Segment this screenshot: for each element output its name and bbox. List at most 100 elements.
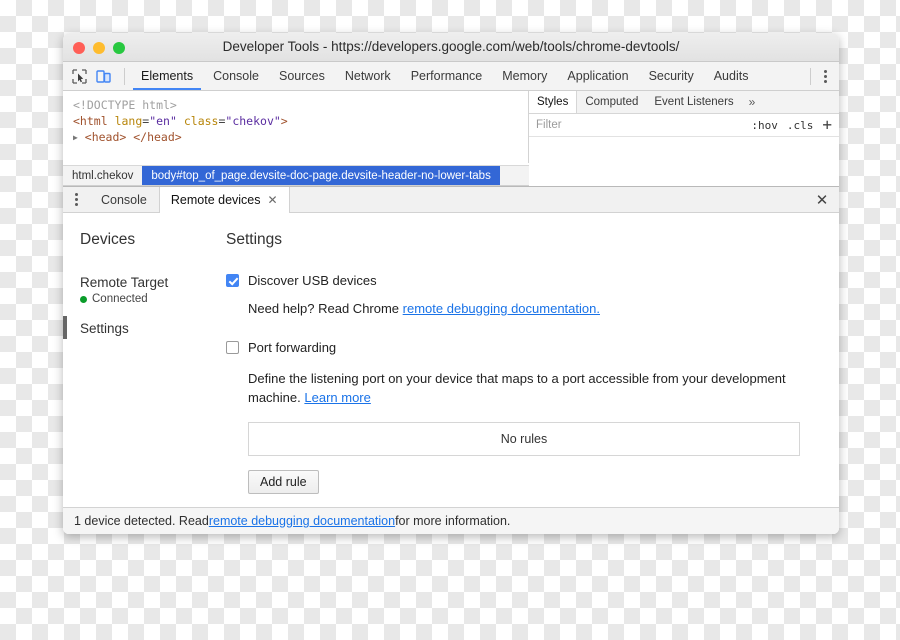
port-forwarding-description: Define the listening port on your device…: [248, 369, 788, 407]
dom-doctype-text: <!DOCTYPE html>: [73, 98, 177, 112]
status-text-after: for more information.: [395, 514, 511, 528]
dom-attr-lang-name: lang: [114, 114, 143, 128]
window-title: Developer Tools - https://developers.goo…: [222, 39, 680, 54]
kebab-menu-icon[interactable]: [821, 67, 830, 86]
dom-line-head[interactable]: ▶ <head> </head>: [73, 129, 528, 147]
hov-button[interactable]: :hov: [751, 119, 778, 132]
tab-memory-label: Memory: [502, 69, 548, 83]
dom-html-open: <html: [73, 114, 108, 128]
status-remote-debugging-link[interactable]: remote debugging documentation: [209, 514, 395, 528]
remote-target-status: Connected: [80, 293, 226, 305]
styles-filter-row: Filter :hov .cls +: [529, 114, 839, 137]
tab-performance[interactable]: Performance: [401, 62, 493, 90]
tab-event-listeners[interactable]: Event Listeners: [646, 91, 741, 113]
tab-event-listeners-label: Event Listeners: [654, 96, 734, 108]
discover-usb-row[interactable]: Discover USB devices: [226, 273, 819, 288]
sidebar-item-settings[interactable]: Settings: [63, 316, 226, 339]
port-forwarding-rules-list: No rules: [248, 422, 800, 456]
panel-tabs: Elements Console Sources Network Perform…: [131, 62, 758, 90]
tab-application-label: Application: [567, 69, 629, 83]
tab-sources[interactable]: Sources: [269, 62, 335, 90]
tab-sources-label: Sources: [278, 69, 325, 83]
devtools-tabbar: Elements Console Sources Network Perform…: [63, 62, 839, 91]
tab-network-label: Network: [344, 69, 391, 83]
sidebar-item-remote-target[interactable]: Remote Target Connected: [80, 273, 226, 305]
drawer-tab-console-label: Console: [101, 192, 147, 207]
close-icon[interactable]: ✕: [268, 193, 278, 207]
device-toolbar-icon[interactable]: [95, 68, 112, 85]
tab-application[interactable]: Application: [557, 62, 638, 90]
remote-devices-panel: Devices Remote Target Connected Settings…: [63, 213, 839, 507]
remote-target-label: Remote Target: [80, 275, 169, 290]
dom-html-close: >: [280, 114, 288, 128]
port-forwarding-checkbox[interactable]: [226, 341, 239, 354]
tab-styles[interactable]: Styles: [529, 91, 578, 113]
settings-sidebar-label: Settings: [80, 321, 129, 336]
drawer-tab-remote-devices[interactable]: Remote devices ✕: [158, 187, 290, 213]
expand-triangle-icon[interactable]: ▶: [73, 130, 78, 146]
breadcrumb-item-html[interactable]: html.chekov: [63, 166, 142, 185]
dom-breadcrumb: html.chekov body#top_of_page.devsite-doc…: [63, 165, 529, 186]
tab-elements-label: Elements: [141, 69, 194, 83]
dom-attr-class-name: class: [183, 114, 219, 128]
inspect-cursor-icon[interactable]: [71, 68, 88, 85]
tabbar-divider: [810, 67, 811, 85]
add-rule-button[interactable]: Add rule: [248, 470, 319, 494]
devices-heading: Devices: [80, 231, 136, 248]
tab-elements[interactable]: Elements: [131, 62, 203, 90]
dom-tree[interactable]: <!DOCTYPE html> <html lang="en" class="c…: [63, 91, 529, 163]
css-rule-preview: [529, 137, 839, 154]
learn-more-link[interactable]: Learn more: [304, 390, 370, 405]
tab-performance-label: Performance: [410, 69, 483, 83]
tab-network[interactable]: Network: [335, 62, 401, 90]
styles-panel: Styles Computed Event Listeners » Filter…: [529, 91, 839, 163]
dom-head-text: <head> </head>: [84, 130, 182, 144]
drawer-tab-remote-devices-label: Remote devices: [170, 192, 261, 207]
drawer-tab-console[interactable]: Console: [89, 187, 159, 212]
discover-usb-help-text: Need help? Read Chrome: [248, 301, 403, 316]
discover-usb-checkbox[interactable]: [226, 274, 239, 287]
styles-filter-input[interactable]: Filter: [536, 119, 562, 131]
window-titlebar: Developer Tools - https://developers.goo…: [63, 33, 839, 62]
tab-console-label: Console: [213, 69, 259, 83]
tab-security[interactable]: Security: [639, 62, 704, 90]
tab-computed-label: Computed: [585, 96, 639, 108]
tab-styles-label: Styles: [537, 96, 569, 108]
port-forwarding-row[interactable]: Port forwarding: [226, 340, 819, 355]
devtools-window: Developer Tools - https://developers.goo…: [63, 33, 839, 534]
plus-icon[interactable]: +: [822, 117, 832, 133]
connected-dot-icon: [80, 295, 87, 303]
dom-attr-class-value: "chekov": [225, 114, 281, 128]
styles-panel-tabs: Styles Computed Event Listeners »: [529, 91, 839, 114]
port-forwarding-label: Port forwarding: [248, 340, 337, 355]
dom-line-doctype[interactable]: <!DOCTYPE html>: [73, 97, 528, 113]
cls-button[interactable]: .cls: [787, 119, 814, 132]
dom-line-html[interactable]: <html lang="en" class="chekov">: [73, 113, 528, 129]
tabbar-right: [810, 62, 839, 90]
tab-memory[interactable]: Memory: [492, 62, 557, 90]
drawer-kebab-menu-icon[interactable]: [63, 187, 89, 212]
toolbar-divider: [124, 67, 125, 85]
remote-devices-settings: Settings Discover USB devices Need help?…: [226, 213, 839, 507]
remote-devices-sidebar: Devices Remote Target Connected Settings: [63, 213, 226, 507]
tab-audits[interactable]: Audits: [704, 62, 759, 90]
drawer-close-icon[interactable]: ✕: [805, 187, 839, 212]
breadcrumb-item-body[interactable]: body#top_of_page.devsite-doc-page.devsit…: [142, 166, 500, 185]
tab-audits-label: Audits: [713, 69, 749, 83]
tab-console[interactable]: Console: [203, 62, 269, 90]
discover-usb-label: Discover USB devices: [248, 273, 377, 288]
tab-computed[interactable]: Computed: [577, 91, 646, 113]
devtools-drawer: Console Remote devices ✕ ✕ Devices Remot…: [63, 186, 839, 534]
no-rules-text: No rules: [500, 432, 548, 446]
status-text-before: 1 device detected. Read: [74, 514, 209, 528]
remote-debugging-docs-link[interactable]: remote debugging documentation.: [403, 301, 600, 316]
settings-title: Settings: [226, 231, 283, 248]
status-bar: 1 device detected. Read remote debugging…: [63, 507, 839, 534]
tab-security-label: Security: [648, 69, 694, 83]
dom-attr-lang-value: "en": [149, 114, 177, 128]
toolbar-icons: [63, 62, 131, 90]
elements-panel: <!DOCTYPE html> <html lang="en" class="c…: [63, 91, 839, 163]
drawer-tabbar: Console Remote devices ✕ ✕: [63, 187, 839, 213]
chevron-double-right-icon[interactable]: »: [742, 91, 763, 113]
